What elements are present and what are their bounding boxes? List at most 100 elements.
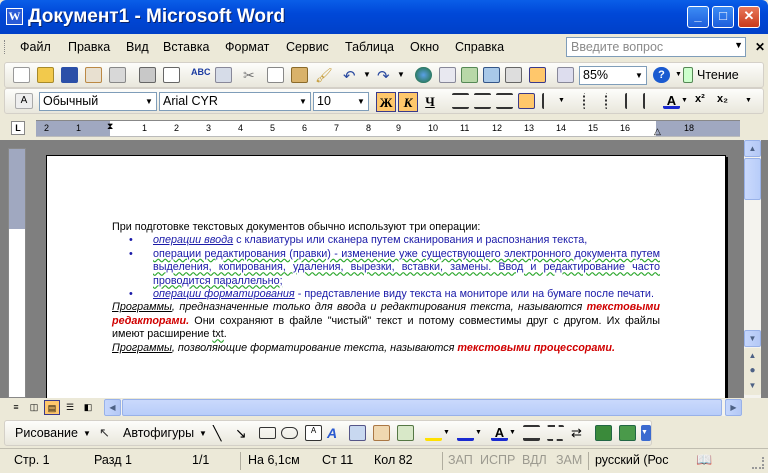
draw-font-color-icon[interactable]: A [491, 425, 508, 441]
fill-color-icon[interactable] [425, 425, 442, 441]
read-icon[interactable] [683, 67, 693, 83]
scroll-left-icon[interactable]: ◀ [104, 399, 121, 416]
horizontal-scroll-thumb[interactable] [122, 399, 722, 416]
vertical-scrollbar[interactable]: ▲ ▼ ▲ ● ▼ [744, 140, 761, 398]
autoshapes-button[interactable]: Автофигуры [123, 426, 194, 440]
wordart-icon[interactable]: A [327, 425, 344, 441]
research-icon[interactable] [215, 67, 232, 83]
menu-format[interactable]: Формат [225, 40, 269, 54]
help-question-input[interactable]: Введите вопрос ▼ [566, 37, 746, 57]
hyperlink-icon[interactable] [415, 67, 432, 83]
scroll-right-icon[interactable]: ▶ [725, 399, 742, 416]
help-icon[interactable]: ? [653, 67, 670, 83]
bullets-icon[interactable] [605, 93, 622, 109]
draw-dropdown-icon[interactable]: ▼ [83, 429, 91, 438]
numbering-icon[interactable] [583, 93, 600, 109]
align-left-icon[interactable] [452, 93, 469, 109]
web-view-icon[interactable]: ◫ [26, 400, 42, 415]
vertical-ruler[interactable] [8, 148, 26, 398]
cut-icon[interactable]: ✂ [243, 67, 260, 83]
arrow-style-icon[interactable]: ⇄ [571, 425, 588, 441]
style-select[interactable]: Обычный ▼ [39, 92, 157, 111]
paste-icon[interactable] [291, 67, 308, 83]
print-icon[interactable] [139, 67, 156, 83]
title-bar[interactable]: W Документ1 - Microsoft Word _ □ ✕ [0, 0, 768, 34]
justify-icon[interactable] [518, 93, 535, 109]
columns-icon[interactable] [505, 67, 522, 83]
menu-insert[interactable]: Вставка [163, 40, 209, 54]
menu-tools[interactable]: Сервис [286, 40, 329, 54]
email-icon[interactable] [109, 67, 126, 83]
increase-indent-icon[interactable] [643, 93, 660, 109]
drawing-icon[interactable] [529, 67, 546, 83]
redo-dropdown-icon[interactable]: ▼ [397, 67, 414, 83]
scroll-down-icon[interactable]: ▼ [744, 330, 761, 347]
status-track[interactable]: ИСПР [480, 453, 515, 467]
indent-marker-icon[interactable]: ⧗ [107, 121, 113, 132]
reading-view-icon[interactable]: ◧ [80, 400, 96, 415]
font-size-select[interactable]: 10 ▼ [313, 92, 369, 111]
outline-view-icon[interactable]: ☰ [62, 400, 78, 415]
reading-button[interactable]: Чтение [697, 68, 739, 82]
new-document-icon[interactable] [13, 67, 30, 83]
menu-edit[interactable]: Правка [68, 40, 110, 54]
copy-icon[interactable] [267, 67, 284, 83]
select-objects-icon[interactable]: ↖ [99, 425, 116, 441]
close-document-icon[interactable]: ✕ [755, 40, 765, 54]
tables-borders-icon[interactable] [439, 67, 456, 83]
line-icon[interactable]: ╲ [213, 425, 230, 441]
shadow-style-icon[interactable] [595, 425, 612, 441]
line-color-dropdown-icon[interactable]: ▼ [475, 425, 492, 441]
permission-icon[interactable] [85, 67, 102, 83]
tab-selector[interactable]: L [11, 121, 25, 135]
document-page[interactable]: При подготовке текстовых документов обыч… [46, 155, 726, 400]
arrow-icon[interactable]: ↘ [235, 425, 252, 441]
font-size-dropdown-icon[interactable]: ▼ [354, 93, 368, 110]
menu-table[interactable]: Таблица [345, 40, 394, 54]
3d-style-icon[interactable] [619, 425, 636, 441]
underline-button[interactable]: Ч [420, 92, 440, 112]
status-language[interactable]: русский (Рос [595, 453, 668, 467]
oval-icon[interactable] [281, 427, 298, 439]
horizontal-ruler[interactable]: 2 1 ⧗ 1 2 3 4 5 6 7 8 9 10 11 12 13 14 1… [36, 120, 740, 137]
maximize-button[interactable]: □ [712, 6, 734, 28]
diagram-icon[interactable] [349, 425, 366, 441]
drawing-options-icon[interactable]: ▼ [641, 425, 651, 441]
redo-icon[interactable]: ↷ [377, 67, 394, 85]
status-extend[interactable]: ВДЛ [522, 453, 547, 467]
menu-file[interactable]: Файл [20, 40, 51, 54]
decrease-indent-icon[interactable] [625, 93, 642, 109]
print-preview-icon[interactable] [163, 67, 180, 83]
horizontal-scrollbar[interactable]: ◀ ▶ [104, 399, 742, 416]
scroll-up-icon[interactable]: ▲ [744, 140, 761, 157]
font-select[interactable]: Arial CYR ▼ [159, 92, 311, 111]
zoom-select[interactable]: 85% ▼ [579, 66, 647, 85]
status-record[interactable]: ЗАП [448, 453, 473, 467]
italic-button[interactable]: К [398, 92, 418, 112]
help-dropdown-icon[interactable]: ▼ [734, 40, 743, 50]
autoshapes-dropdown-icon[interactable]: ▼ [199, 429, 207, 438]
line-color-icon[interactable] [457, 425, 474, 441]
menu-help[interactable]: Справка [455, 40, 504, 54]
vertical-scroll-thumb[interactable] [744, 158, 761, 200]
subscript-icon[interactable]: x₂ [717, 93, 734, 109]
spelling-icon[interactable]: ABC [191, 67, 211, 83]
resize-grip-icon[interactable] [752, 457, 764, 469]
menu-window[interactable]: Окно [410, 40, 439, 54]
open-folder-icon[interactable] [37, 67, 54, 83]
word-app-icon[interactable]: W [6, 8, 23, 25]
document-map-icon[interactable] [557, 67, 574, 83]
bold-button[interactable]: Ж [376, 92, 396, 112]
insert-excel-icon[interactable] [483, 67, 500, 83]
dash-style-icon[interactable] [547, 425, 564, 441]
document-text[interactable]: При подготовке текстовых документов обыч… [112, 221, 660, 355]
formatting-options-icon[interactable]: ▼ [745, 93, 762, 109]
style-dropdown-icon[interactable]: ▼ [142, 93, 156, 110]
font-color-icon[interactable]: A [663, 93, 680, 109]
line-style-icon[interactable] [523, 425, 540, 441]
undo-icon[interactable]: ↶ [343, 67, 360, 85]
insert-table-icon[interactable] [461, 67, 478, 83]
align-center-icon[interactable] [474, 93, 491, 109]
rectangle-icon[interactable] [259, 427, 276, 439]
toolbar-grip[interactable] [4, 40, 7, 54]
